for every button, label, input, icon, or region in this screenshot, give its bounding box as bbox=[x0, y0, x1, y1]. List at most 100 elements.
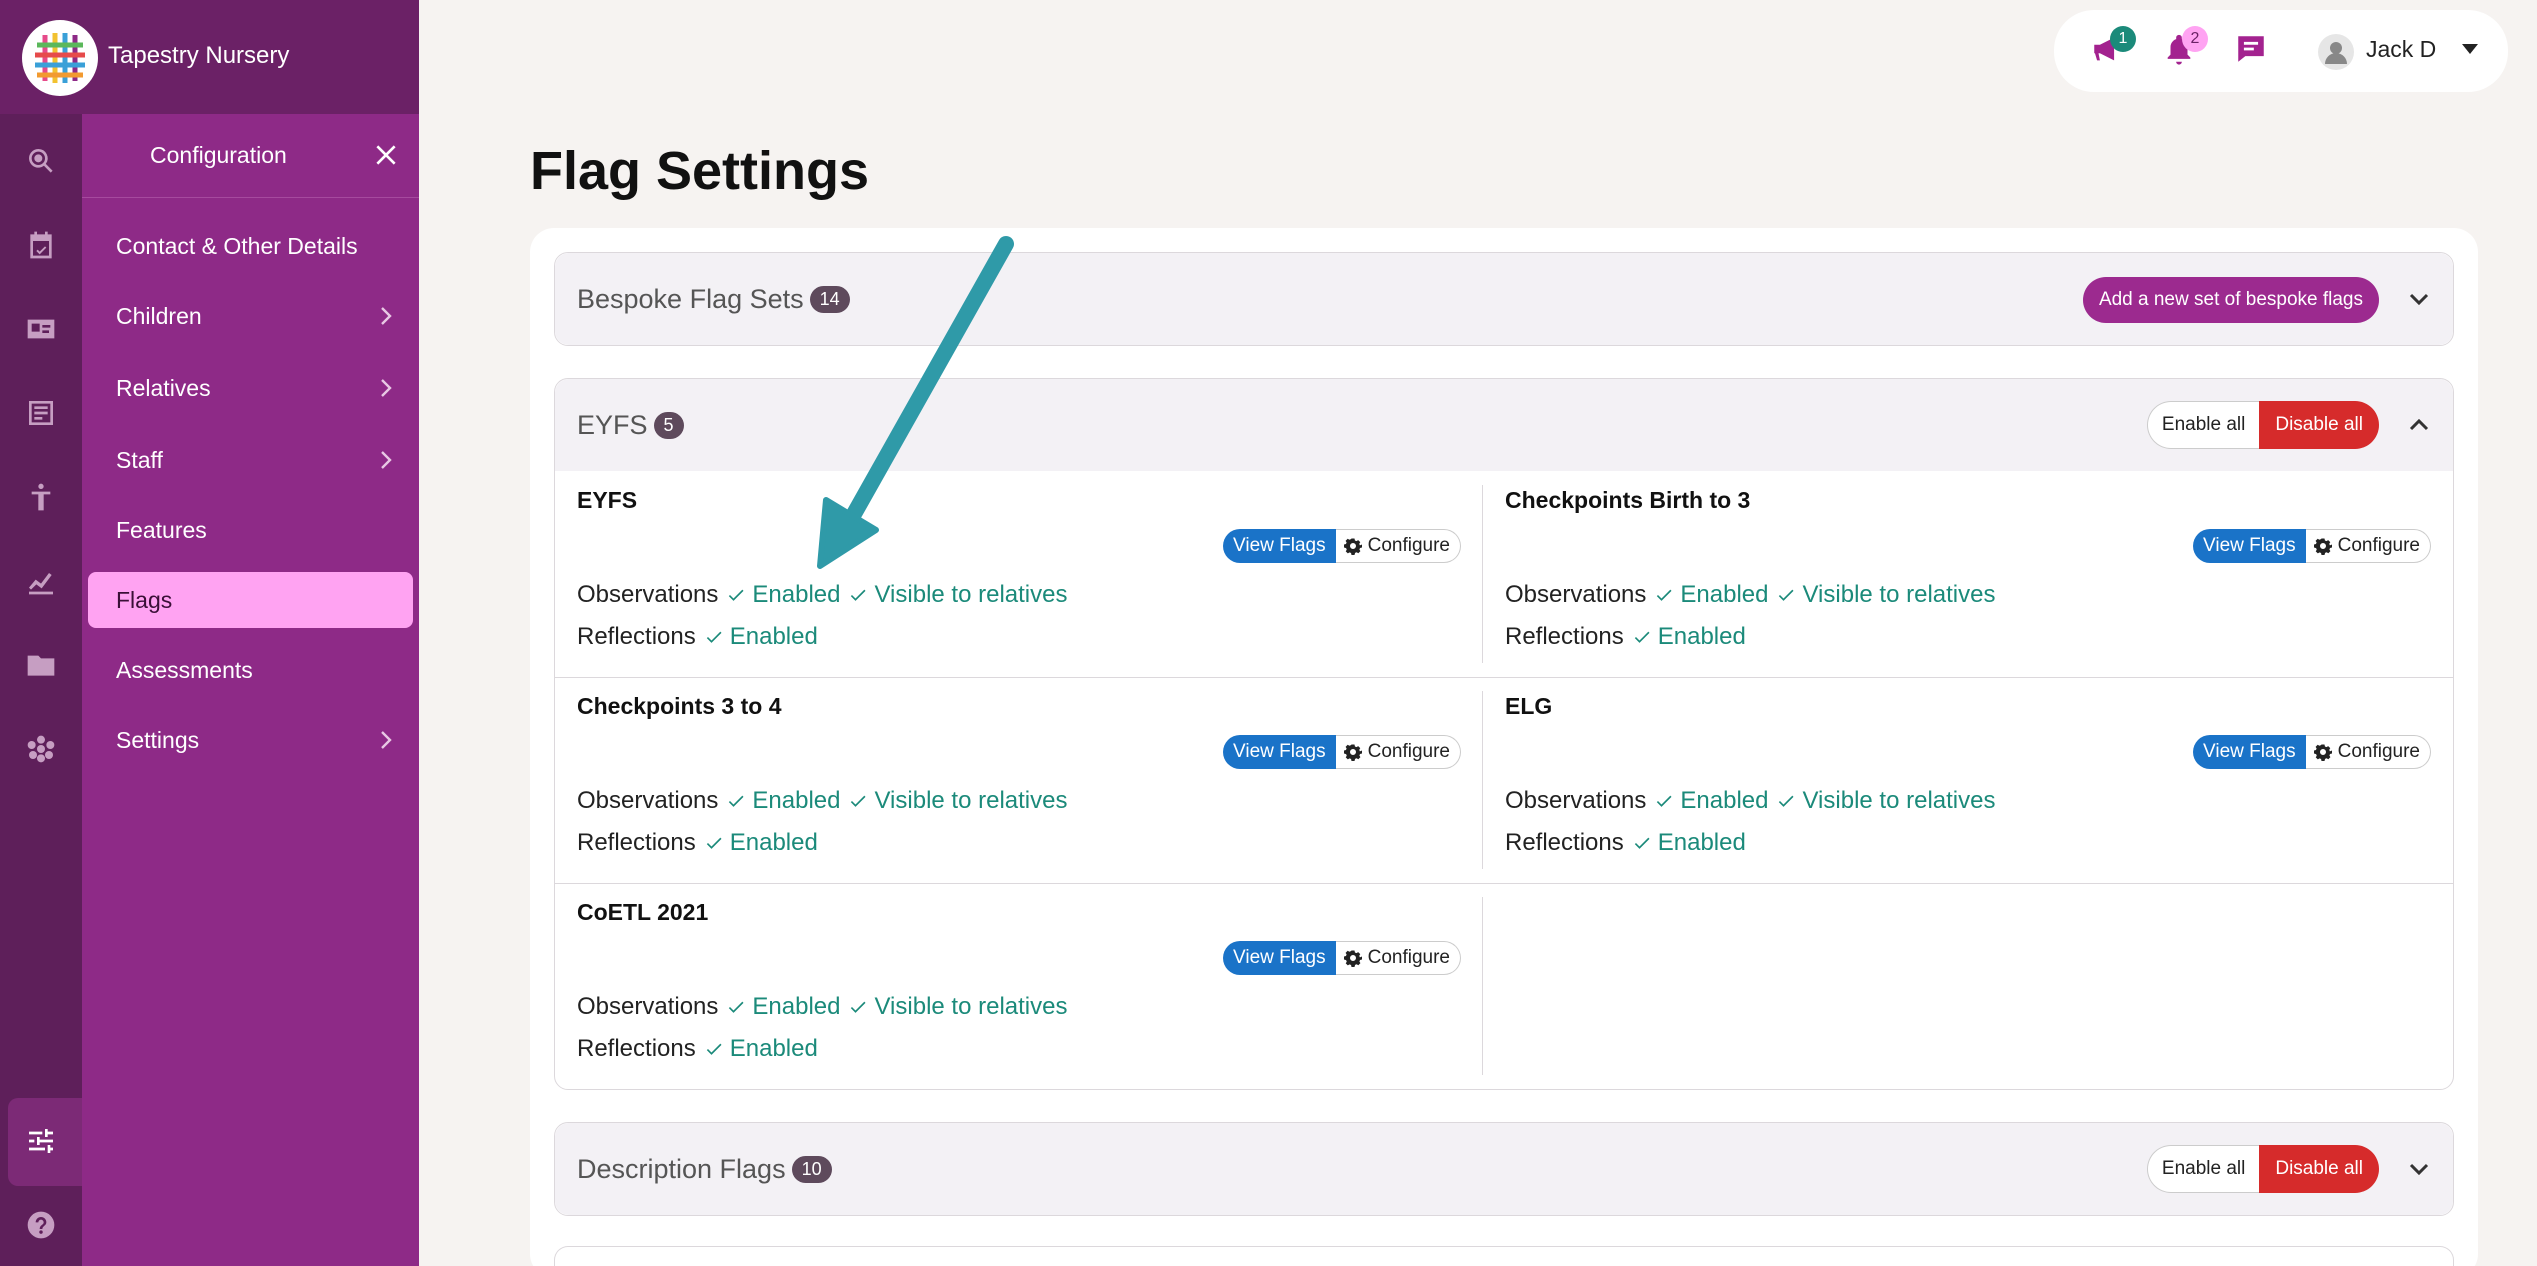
check-icon bbox=[851, 795, 866, 807]
menu-item-contact[interactable]: Contact & Other Details bbox=[88, 218, 413, 274]
enable-disable-group: Enable all Disable all bbox=[2146, 401, 2379, 449]
enabled-status: Enabled bbox=[752, 787, 841, 814]
enabled-status: Enabled bbox=[1680, 581, 1769, 608]
configure-label: Configure bbox=[1367, 947, 1450, 968]
reflections-label: Reflections bbox=[1505, 623, 1624, 650]
chart-icon[interactable] bbox=[24, 564, 58, 598]
chevron-down-icon[interactable] bbox=[2407, 1157, 2431, 1181]
menu-item-label: Contact & Other Details bbox=[116, 232, 358, 259]
observations-label: Observations bbox=[1505, 581, 1647, 608]
caret-down-icon[interactable] bbox=[2462, 44, 2478, 54]
disable-all-button[interactable]: Disable all bbox=[2259, 1145, 2379, 1193]
enabled-status: Enabled bbox=[1657, 623, 1746, 650]
panel-title: Configuration bbox=[150, 142, 287, 168]
view-flags-button[interactable]: View Flags bbox=[1223, 735, 1336, 769]
notifications-badge: 2 bbox=[2182, 26, 2208, 52]
id-card-icon[interactable] bbox=[24, 312, 58, 346]
menu-item-label: Assessments bbox=[116, 656, 253, 683]
chevron-right-icon bbox=[381, 451, 392, 469]
section-header[interactable]: EYFS 5 Enable all Disable all bbox=[555, 379, 2453, 471]
announcements-button[interactable]: 1 bbox=[2090, 26, 2136, 72]
enable-all-button[interactable]: Enable all bbox=[2146, 401, 2260, 449]
flower-icon[interactable] bbox=[24, 732, 58, 766]
configure-button[interactable]: Configure bbox=[1335, 941, 1461, 975]
menu-item-staff[interactable]: Staff bbox=[88, 432, 413, 488]
gear-icon bbox=[1343, 950, 1362, 967]
enable-all-button[interactable]: Enable all bbox=[2146, 1145, 2260, 1193]
count-badge: 5 bbox=[653, 411, 684, 439]
enabled-status: Enabled bbox=[729, 1035, 818, 1062]
help-icon[interactable] bbox=[24, 1208, 58, 1242]
check-icon bbox=[1657, 589, 1672, 601]
sliders-icon[interactable] bbox=[24, 1124, 58, 1158]
disable-all-button[interactable]: Disable all bbox=[2259, 401, 2379, 449]
folder-icon[interactable] bbox=[24, 648, 58, 682]
observations-status: Observations Enabled Visible to relative… bbox=[577, 581, 1067, 609]
menu-item-relatives[interactable]: Relatives bbox=[88, 360, 413, 416]
section-title: Bespoke Flag Sets bbox=[577, 283, 804, 314]
menu-item-label: Staff bbox=[116, 446, 163, 473]
reflections-label: Reflections bbox=[1505, 829, 1624, 856]
visible-to-relatives-status: Visible to relatives bbox=[874, 787, 1068, 814]
enabled-status: Enabled bbox=[752, 581, 841, 608]
app-name[interactable]: Tapestry Nursery bbox=[108, 42, 289, 70]
enabled-status: Enabled bbox=[1657, 829, 1746, 856]
calendar-check-icon[interactable] bbox=[24, 228, 58, 262]
chevron-up-icon[interactable] bbox=[2407, 413, 2431, 437]
accessibility-icon[interactable] bbox=[24, 480, 58, 514]
flag-set-name: Checkpoints 3 to 4 bbox=[577, 693, 782, 719]
view-flags-button[interactable]: View Flags bbox=[1223, 529, 1336, 563]
menu-item-flags[interactable]: Flags bbox=[88, 572, 413, 628]
section-header[interactable]: Bespoke Flag Sets 14 Add a new set of be… bbox=[555, 253, 2453, 345]
configure-button[interactable]: Configure bbox=[2305, 735, 2431, 769]
check-icon bbox=[706, 1043, 722, 1055]
menu-item-assessments[interactable]: Assessments bbox=[88, 642, 413, 698]
document-icon[interactable] bbox=[24, 396, 58, 430]
observations-label: Observations bbox=[577, 993, 719, 1020]
tapestry-logo[interactable] bbox=[22, 20, 98, 96]
menu-item-settings[interactable]: Settings bbox=[88, 712, 413, 768]
menu-item-features[interactable]: Features bbox=[88, 502, 413, 558]
view-flags-button[interactable]: View Flags bbox=[2193, 529, 2306, 563]
check-icon bbox=[1657, 795, 1672, 807]
gear-icon bbox=[2313, 744, 2332, 761]
view-flags-button[interactable]: View Flags bbox=[1223, 941, 1336, 975]
configure-label: Configure bbox=[1367, 741, 1450, 762]
check-icon bbox=[706, 631, 722, 643]
view-flags-button[interactable]: View Flags bbox=[2193, 735, 2306, 769]
enabled-status: Enabled bbox=[729, 623, 818, 650]
reflections-status: Reflections Enabled bbox=[1505, 623, 1746, 651]
search-icon[interactable] bbox=[24, 144, 58, 178]
avatar[interactable] bbox=[2318, 34, 2354, 70]
notifications-button[interactable]: 2 bbox=[2162, 26, 2208, 72]
menu-item-label: Flags bbox=[116, 586, 173, 613]
flag-set-actions: View Flags Configure bbox=[1223, 735, 1461, 769]
add-bespoke-flags-button[interactable]: Add a new set of bespoke flags bbox=[2082, 277, 2379, 323]
count-badge: 10 bbox=[791, 1155, 832, 1183]
configure-button[interactable]: Configure bbox=[2305, 529, 2431, 563]
messages-button[interactable] bbox=[2234, 32, 2274, 72]
observations-label: Observations bbox=[577, 787, 719, 814]
observations-status: Observations Enabled Visible to relative… bbox=[1505, 581, 1995, 609]
enable-disable-group: Enable all Disable all bbox=[2146, 1145, 2379, 1193]
section-header[interactable]: Description Flags 10 Enable all Disable … bbox=[555, 1123, 2453, 1215]
close-icon[interactable] bbox=[373, 142, 399, 168]
gear-icon bbox=[2313, 538, 2332, 555]
reflections-label: Reflections bbox=[577, 623, 696, 650]
reflections-status: Reflections Enabled bbox=[577, 829, 818, 857]
configure-button[interactable]: Configure bbox=[1335, 529, 1461, 563]
menu-item-children[interactable]: Children bbox=[88, 288, 413, 344]
user-name[interactable]: Jack D bbox=[2366, 36, 2436, 63]
observations-status: Observations Enabled Visible to relative… bbox=[1505, 787, 1995, 815]
visible-to-relatives-status: Visible to relatives bbox=[874, 993, 1068, 1020]
user-bar: 1 2 Jack D bbox=[2054, 10, 2508, 92]
gear-icon bbox=[1343, 744, 1362, 761]
flag-set-coetl-2021: CoETL 2021 View Flags Configure Observat… bbox=[555, 883, 1483, 1089]
menu-item-label: Children bbox=[116, 302, 202, 329]
menu-item-label: Relatives bbox=[116, 374, 211, 401]
chevron-down-icon[interactable] bbox=[2407, 287, 2431, 311]
panel-header: Configuration bbox=[82, 114, 419, 198]
flag-set-actions: View Flags Configure bbox=[2193, 735, 2431, 769]
observations-status: Observations Enabled Visible to relative… bbox=[577, 787, 1067, 815]
configure-button[interactable]: Configure bbox=[1335, 735, 1461, 769]
